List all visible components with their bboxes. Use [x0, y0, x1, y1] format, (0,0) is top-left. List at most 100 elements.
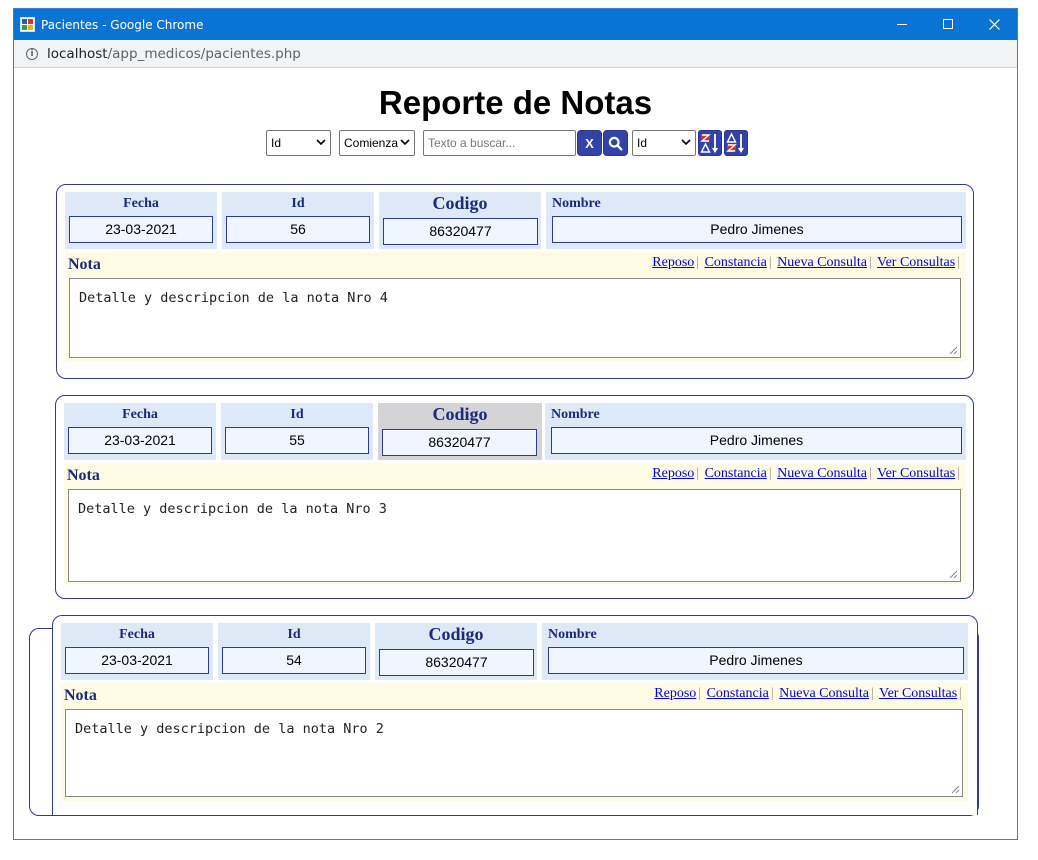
link-separator: |: [868, 466, 872, 481]
nombre-field: Nombre Pedro Jimenes: [545, 403, 966, 460]
nota-label: Nota: [68, 256, 101, 273]
fecha-value: 23-03-2021: [68, 427, 212, 454]
fecha-label: Fecha: [119, 627, 155, 642]
sort-descending-icon: [700, 134, 718, 153]
nota-section: Nota Reposo | Constancia | Nueva Consulta |…: [61, 683, 968, 801]
link-separator: |: [698, 686, 702, 701]
link-separator: |: [868, 255, 872, 270]
nombre-field: Nombre Pedro Jimenes: [546, 192, 966, 249]
clear-label: X: [585, 135, 594, 151]
note-links: Reposo | Constancia | Nueva Consulta | Ver …: [652, 255, 962, 271]
fecha-field: Fecha 23-03-2021: [65, 192, 217, 249]
reposo-link[interactable]: Reposo: [654, 686, 696, 701]
nombre-field: Nombre Pedro Jimenes: [542, 623, 968, 680]
order-select[interactable]: Id: [632, 130, 696, 156]
resize-grip-icon[interactable]: [949, 570, 958, 579]
note-card: Fecha 23-03-2021 Id 54 Codigo 86320477 N…: [52, 615, 978, 815]
nota-section: Nota Reposo | Constancia | Nueva Consulta |…: [64, 463, 966, 584]
close-button[interactable]: [971, 9, 1017, 40]
resize-grip-icon[interactable]: [951, 785, 960, 794]
field-select-value: Id: [271, 136, 282, 150]
fecha-field: Fecha 23-03-2021: [61, 623, 213, 680]
sort-descending-button[interactable]: [698, 130, 722, 156]
nueva-consulta-link[interactable]: Nueva Consulta: [777, 466, 867, 481]
window-title: Pacientes - Google Chrome: [41, 17, 204, 32]
nombre-value: Pedro Jimenes: [551, 427, 962, 454]
codigo-label: Codigo: [428, 624, 484, 644]
url-text[interactable]: localhost/app_medicos/pacientes.php: [47, 46, 301, 62]
link-separator: |: [770, 686, 774, 701]
info-icon[interactable]: i: [26, 47, 38, 60]
maximize-button[interactable]: [925, 9, 971, 40]
link-separator: |: [696, 466, 700, 481]
link-separator: |: [870, 686, 874, 701]
note-card: Fecha 23-03-2021 Id 56 Codigo 86320477 N…: [56, 184, 974, 379]
url-path: /app_medicos/pacientes.php: [107, 45, 301, 62]
id-field: Id 54: [218, 623, 370, 680]
constancia-link[interactable]: Constancia: [707, 686, 769, 701]
order-select-value: Id: [637, 136, 648, 150]
field-select[interactable]: Id: [266, 130, 331, 156]
constancia-link[interactable]: Constancia: [705, 466, 767, 481]
codigo-value: 86320477: [383, 218, 538, 245]
minimize-icon: [896, 24, 907, 25]
ver-consultas-link[interactable]: Ver Consultas: [879, 686, 957, 701]
nombre-value: Pedro Jimenes: [552, 216, 962, 243]
id-field: Id 56: [222, 192, 374, 249]
ver-consultas-link[interactable]: Ver Consultas: [877, 255, 955, 270]
chevron-down-icon: [681, 138, 691, 149]
clear-search-button[interactable]: X: [577, 130, 602, 156]
nota-textarea[interactable]: Detalle y descripcion de la nota Nro 3: [68, 489, 961, 582]
nombre-label: Nombre: [552, 196, 601, 211]
fecha-value: 23-03-2021: [65, 647, 209, 674]
search-icon: [608, 136, 623, 151]
nota-text: Detalle y descripcion de la nota Nro 3: [78, 501, 387, 517]
url-host: localhost: [47, 45, 108, 62]
id-label: Id: [290, 407, 304, 422]
link-separator: |: [696, 255, 700, 270]
nota-textarea[interactable]: Detalle y descripcion de la nota Nro 4: [69, 278, 961, 358]
chevron-down-icon: [400, 138, 410, 149]
resize-grip-icon[interactable]: [949, 346, 958, 355]
search-button[interactable]: [603, 130, 628, 156]
id-label: Id: [291, 196, 305, 211]
link-separator: |: [959, 686, 962, 701]
address-bar[interactable]: i localhost/app_medicos/pacientes.php: [14, 40, 1017, 68]
constancia-link[interactable]: Constancia: [705, 255, 767, 270]
reposo-link[interactable]: Reposo: [652, 466, 694, 481]
nueva-consulta-link[interactable]: Nueva Consulta: [777, 255, 867, 270]
fecha-field: Fecha 23-03-2021: [64, 403, 216, 460]
reposo-link[interactable]: Reposo: [652, 255, 694, 270]
mode-select[interactable]: Comienza: [339, 130, 415, 156]
maximize-icon: [942, 19, 953, 29]
sort-ascending-button[interactable]: [724, 130, 748, 156]
codigo-field: Codigo 86320477: [378, 403, 542, 460]
nota-section: Nota Reposo | Constancia | Nueva Consulta |…: [65, 252, 966, 362]
note-card: Fecha 23-03-2021 Id 55 Codigo 86320477 N…: [55, 395, 974, 599]
nota-label: Nota: [64, 687, 97, 704]
note-links: Reposo | Constancia | Nueva Consulta | Ver …: [652, 466, 962, 482]
nombre-label: Nombre: [548, 627, 597, 642]
title-bar: Pacientes - Google Chrome: [14, 9, 1017, 40]
ver-consultas-link[interactable]: Ver Consultas: [877, 466, 955, 481]
codigo-field: Codigo 86320477: [375, 623, 537, 680]
fecha-label: Fecha: [123, 196, 159, 211]
sort-ascending-icon: [726, 132, 744, 153]
codigo-value: 86320477: [382, 429, 537, 456]
minimize-button[interactable]: [879, 9, 925, 40]
link-separator: |: [768, 255, 772, 270]
fecha-label: Fecha: [122, 407, 158, 422]
link-separator: |: [957, 255, 960, 270]
nota-text: Detalle y descripcion de la nota Nro 4: [79, 290, 388, 306]
codigo-label: Codigo: [432, 193, 488, 213]
nota-textarea[interactable]: Detalle y descripcion de la nota Nro 2: [65, 709, 963, 797]
codigo-value: 86320477: [379, 649, 534, 676]
nueva-consulta-link[interactable]: Nueva Consulta: [779, 686, 869, 701]
link-separator: |: [957, 466, 960, 481]
codigo-field: Codigo 86320477: [379, 192, 541, 249]
close-icon: [988, 19, 1000, 30]
page-title: Reporte de Notas: [378, 84, 653, 121]
id-value: 54: [222, 647, 366, 674]
link-separator: |: [768, 466, 772, 481]
search-input[interactable]: [423, 130, 576, 156]
